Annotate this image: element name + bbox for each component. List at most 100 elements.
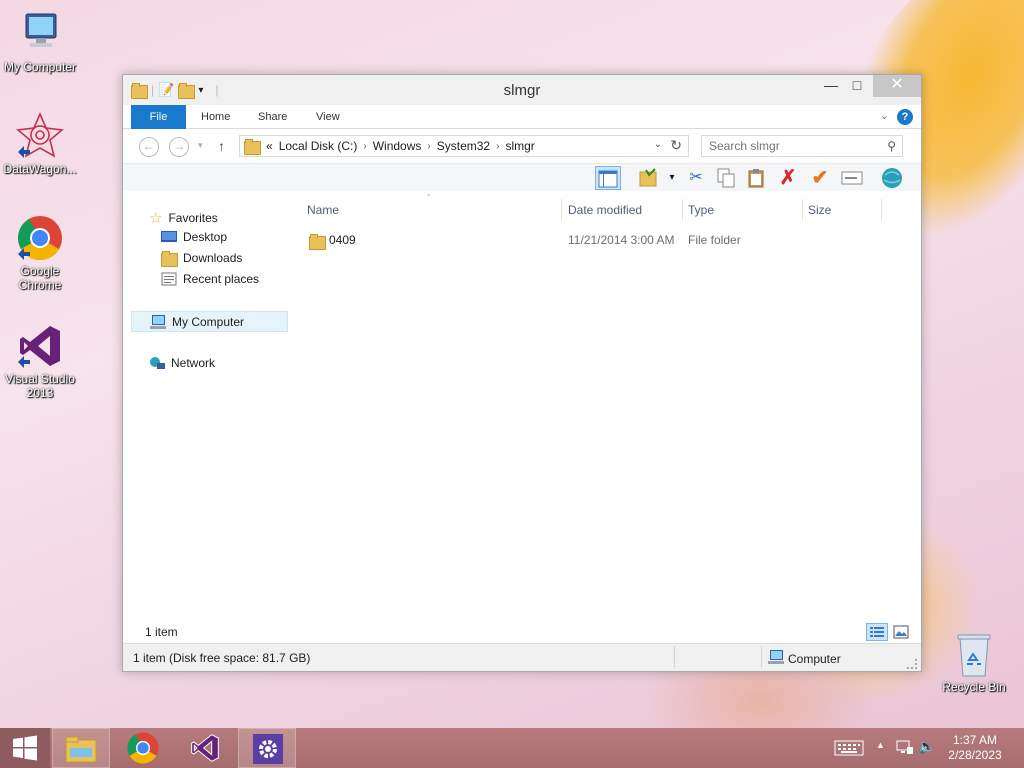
command-toolbar: ▾ ✂ ✗ ✔ [123,163,921,191]
up-one-level-button[interactable]: ↑ [218,138,225,154]
status-divider [674,646,675,668]
recent-locations-dropdown[interactable]: ▾ [198,140,203,151]
nav-item-label: Favorites [168,211,218,225]
file-list: ˆ Name Date modified Type Size 0409 11/2… [299,193,921,643]
tab-home[interactable]: Home [201,105,230,129]
explorer-window: | 📝 ▾ | slmgr — □ ✕ File Home Share View… [122,74,922,672]
column-divider[interactable] [561,199,562,221]
computer-icon [768,650,784,667]
column-divider[interactable] [881,199,882,221]
breadcrumb-system32[interactable]: System32 [437,139,490,153]
title-bar[interactable]: | 📝 ▾ | slmgr — □ ✕ [123,75,921,105]
nav-item-network[interactable]: Network [149,356,215,370]
volume-icon[interactable]: 🔈 [918,738,935,755]
chrome-icon [16,214,64,262]
desktop-icon-label: My Computer [3,60,77,74]
column-header-name[interactable]: Name [307,203,339,217]
details-view-button[interactable] [866,623,888,641]
desktop-icon [161,230,177,244]
navigation-bar: ← → ▾ ↑ « Local Disk (C:) › Windows › Sy… [123,129,921,163]
touch-keyboard-icon[interactable] [834,740,864,759]
help-icon[interactable]: ? [897,109,913,125]
desktop-icon-label: DataWagon... [3,162,77,176]
content-area: ☆ Favorites Desktop Downloads Recent pla… [123,193,921,643]
options-dropdown-icon[interactable]: ▾ [659,166,685,190]
breadcrumb-slmgr[interactable]: slmgr [505,139,534,153]
star-icon: ☆ [149,210,163,227]
column-header-type[interactable]: Type [688,203,714,217]
copy-icon[interactable] [713,166,739,190]
nav-item-label: Recent places [183,272,260,286]
system-tray: ▲ 🔈 1:37 AM 2/28/2023 [824,728,1024,768]
nav-item-recent-places[interactable]: Recent places [161,272,259,286]
taskbar-settings[interactable] [238,728,296,768]
tab-share[interactable]: Share [258,105,287,129]
folder-options-icon[interactable] [635,166,661,190]
search-box[interactable]: ⚲ [701,135,903,157]
tab-file[interactable]: File [131,105,186,129]
taskbar: ▲ 🔈 1:37 AM 2/28/2023 [0,728,1024,768]
network-status-icon[interactable] [896,739,914,758]
checkmark-icon[interactable]: ✔ [807,166,833,190]
nav-item-downloads[interactable]: Downloads [161,251,243,267]
status-bar: 1 item (Disk free space: 81.7 GB) Comput… [123,643,921,671]
globe-icon[interactable] [879,166,905,190]
nav-item-label: Downloads [183,251,243,265]
forward-button[interactable]: → [169,137,189,157]
computer-icon [16,10,64,58]
resize-grip[interactable] [907,659,917,669]
nav-item-my-computer[interactable]: My Computer [131,311,288,332]
expand-ribbon-icon[interactable]: ⌄ [880,109,889,122]
paste-icon[interactable] [743,166,769,190]
desktop-icon-datawagon[interactable]: DataWagon... [0,111,80,176]
tab-view[interactable]: View [316,105,340,129]
taskbar-chrome[interactable] [114,728,172,768]
back-button[interactable]: ← [139,137,159,157]
table-row[interactable]: 0409 11/21/2014 3:00 AM File folder [299,231,921,251]
rename-icon[interactable] [839,166,865,190]
desktop-icon-google-chrome[interactable]: Google Chrome [0,214,80,292]
minimize-button[interactable]: — [817,75,845,97]
breadcrumb-separator-icon[interactable]: › [496,141,499,152]
cut-icon[interactable]: ✂ [683,166,709,190]
taskbar-file-explorer[interactable] [52,728,110,768]
column-header-date-modified[interactable]: Date modified [568,203,642,217]
nav-item-label: Network [171,356,216,370]
preview-pane-button[interactable] [595,166,621,190]
refresh-icon[interactable]: ↻ [670,137,682,154]
desktop-icon-my-computer[interactable]: My Computer [0,10,80,74]
breadcrumb-windows[interactable]: Windows [373,139,422,153]
folder-icon [309,234,326,250]
column-divider[interactable] [682,199,683,221]
nav-item-label: Desktop [183,230,228,244]
desktop-icon-visual-studio[interactable]: Visual Studio 2013 [0,322,80,400]
clock-time: 1:37 AM [952,733,998,747]
file-type: File folder [688,233,741,247]
address-overflow[interactable]: « [266,139,273,153]
breadcrumb-local-disk[interactable]: Local Disk (C:) [279,139,358,153]
taskbar-visual-studio[interactable] [176,728,234,768]
clock-date: 2/28/2023 [948,748,1002,762]
column-divider[interactable] [802,199,803,221]
breadcrumb-separator-icon[interactable]: › [427,141,430,152]
navigation-pane: ☆ Favorites Desktop Downloads Recent pla… [123,199,289,643]
maximize-button[interactable]: □ [843,75,871,97]
nav-item-favorites[interactable]: ☆ Favorites [149,209,218,227]
delete-icon[interactable]: ✗ [775,166,801,190]
start-button[interactable] [0,728,50,768]
close-button[interactable]: ✕ [873,75,921,97]
item-count-bar: 1 item [123,619,921,643]
address-dropdown-icon[interactable]: ⌄ [654,139,662,150]
search-input[interactable] [702,136,872,156]
large-icons-view-button[interactable] [890,623,912,641]
datawagon-icon [16,111,64,160]
show-hidden-icons-icon[interactable]: ▲ [876,740,885,750]
desktop-icon-recycle-bin[interactable]: Recycle Bin [934,630,1014,694]
column-header-size[interactable]: Size [808,203,831,217]
status-divider [761,646,762,668]
nav-item-desktop[interactable]: Desktop [161,230,227,244]
breadcrumb-separator-icon[interactable]: › [363,141,366,152]
clock[interactable]: 1:37 AM 2/28/2023 [940,733,1010,763]
status-computer: Computer [768,650,841,667]
address-bar[interactable]: « Local Disk (C:) › Windows › System32 ›… [239,135,689,157]
